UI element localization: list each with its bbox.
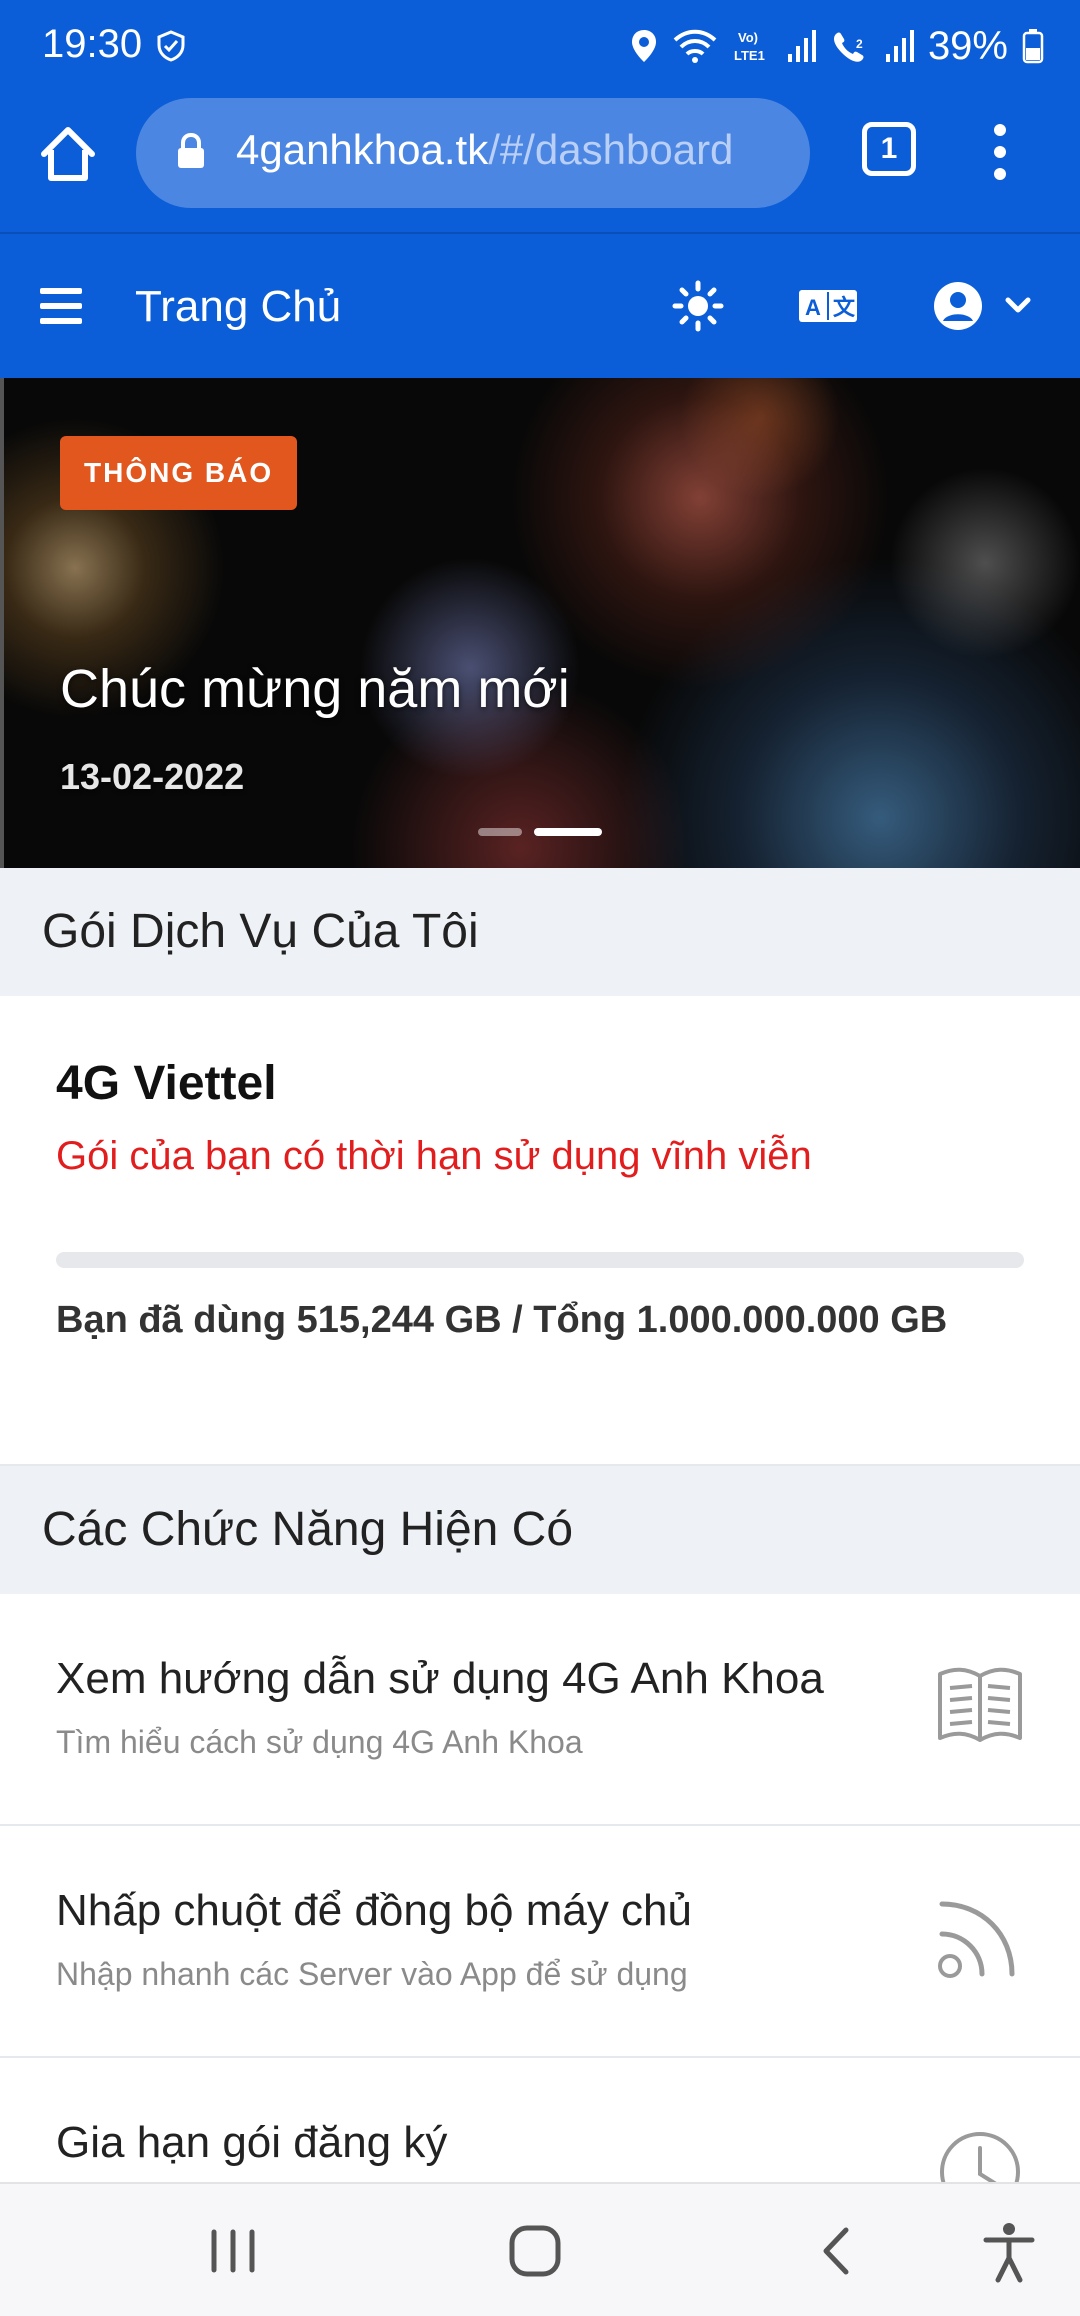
carousel-dot-active[interactable] bbox=[534, 828, 602, 836]
feature-subtitle: Nhập nhanh các Server vào App để sử dụng bbox=[56, 1956, 688, 1992]
banner-title: Chúc mừng năm mới bbox=[60, 659, 570, 719]
wifi-icon bbox=[672, 28, 718, 64]
status-time: 19:30 bbox=[42, 22, 143, 66]
app-header: Trang Chủ A文 bbox=[0, 234, 1080, 378]
home-button[interactable] bbox=[36, 122, 100, 186]
usage-text: Bạn đã dùng 515,244 GB / Tổng 1.000.000.… bbox=[56, 1299, 948, 1341]
feature-sync-server[interactable]: Nhấp chuột để đồng bộ máy chủ Nhập nhanh… bbox=[0, 1826, 1080, 2058]
location-icon bbox=[630, 28, 658, 64]
feature-guide[interactable]: Xem hướng dẫn sử dụng 4G Anh Khoa Tìm hi… bbox=[0, 1594, 1080, 1826]
plan-validity-note: Gói của bạn có thời hạn sử dụng vĩnh viễ… bbox=[56, 1134, 812, 1178]
signal-icon bbox=[884, 28, 914, 64]
menu-icon bbox=[40, 288, 82, 324]
home-icon bbox=[41, 127, 95, 181]
recents-icon bbox=[211, 2229, 255, 2273]
section-header-features: Các Chức Năng Hiện Có bbox=[0, 1466, 1080, 1594]
volte-lte-icon: Vo) LTE1 bbox=[732, 28, 772, 64]
chevron-down-icon bbox=[1005, 297, 1031, 313]
banner-date: 13-02-2022 bbox=[60, 756, 245, 797]
browser-address-bar: 4ganhkhoa.tk/#/dashboard 1 bbox=[0, 92, 1080, 234]
recents-button[interactable] bbox=[200, 2218, 266, 2284]
book-icon bbox=[936, 1660, 1024, 1748]
usage-progress-bar bbox=[56, 1252, 1024, 1268]
carousel-dot[interactable] bbox=[478, 828, 522, 836]
theme-toggle-button[interactable] bbox=[672, 280, 724, 332]
browser-menu-button[interactable] bbox=[990, 122, 1010, 182]
section-header-my-plan: Gói Dịch Vụ Của Tôi bbox=[0, 868, 1080, 996]
sun-icon bbox=[672, 280, 724, 332]
plan-name: 4G Viettel bbox=[56, 1057, 277, 1110]
home-circle-icon bbox=[509, 2225, 561, 2277]
feature-title: Nhấp chuột để đồng bộ máy chủ bbox=[56, 1886, 693, 1935]
battery-percent: 39% bbox=[927, 23, 1008, 68]
status-icons: Vo) LTE1 2 39% bbox=[630, 22, 1044, 70]
home-nav-button[interactable] bbox=[502, 2218, 568, 2284]
feature-title: Gia hạn gói đăng ký bbox=[56, 2118, 448, 2167]
user-menu-button[interactable] bbox=[932, 280, 1036, 332]
announcement-badge: THÔNG BÁO bbox=[60, 436, 298, 510]
hamburger-menu-button[interactable] bbox=[40, 286, 82, 326]
user-circle-icon bbox=[934, 282, 982, 330]
url-path: /#/dashboard bbox=[488, 126, 734, 173]
svg-text:A: A bbox=[805, 295, 821, 320]
accessibility-icon bbox=[983, 2223, 1035, 2283]
translate-icon: A文 bbox=[799, 290, 857, 322]
signal-icon bbox=[786, 28, 816, 64]
plan-card: 4G Viettel Gói của bạn có thời hạn sử dụ… bbox=[0, 996, 1080, 1466]
url-bar[interactable]: 4ganhkhoa.tk/#/dashboard bbox=[136, 98, 810, 208]
lock-icon bbox=[176, 132, 206, 170]
page-title: Trang Chủ bbox=[135, 282, 342, 331]
feature-subtitle: Tìm hiểu cách sử dụng 4G Anh Khoa bbox=[56, 1724, 583, 1760]
accessibility-button[interactable] bbox=[976, 2218, 1042, 2284]
back-button[interactable] bbox=[804, 2218, 870, 2284]
section-title: Các Chức Năng Hiện Có bbox=[42, 1503, 574, 1556]
more-vert-icon bbox=[994, 124, 1006, 180]
svg-text:LTE1: LTE1 bbox=[734, 48, 765, 63]
feature-title: Xem hướng dẫn sử dụng 4G Anh Khoa bbox=[56, 1654, 824, 1703]
tab-switcher-button[interactable]: 1 bbox=[862, 122, 916, 176]
svg-text:Vo): Vo) bbox=[738, 30, 758, 45]
url-domain: 4ganhkhoa.tk bbox=[236, 126, 489, 173]
announcement-banner[interactable]: THÔNG BÁO Chúc mừng năm mới 13-02-2022 bbox=[0, 378, 1080, 868]
rss-icon bbox=[936, 1892, 1024, 1980]
system-nav-bar bbox=[0, 2182, 1080, 2316]
status-bar: 19:30 Vo) LTE1 2 39% bbox=[0, 0, 1080, 92]
svg-text:2: 2 bbox=[856, 37, 863, 51]
url-text: 4ganhkhoa.tk/#/dashboard bbox=[236, 126, 733, 174]
banner-edge bbox=[0, 378, 4, 868]
battery-icon bbox=[1022, 28, 1044, 64]
shield-check-icon bbox=[156, 30, 186, 62]
wifi-calling-icon: 2 bbox=[830, 28, 870, 64]
back-icon bbox=[823, 2227, 849, 2275]
section-title: Gói Dịch Vụ Của Tôi bbox=[42, 905, 479, 958]
language-button[interactable]: A文 bbox=[798, 286, 858, 326]
svg-text:文: 文 bbox=[833, 295, 856, 321]
